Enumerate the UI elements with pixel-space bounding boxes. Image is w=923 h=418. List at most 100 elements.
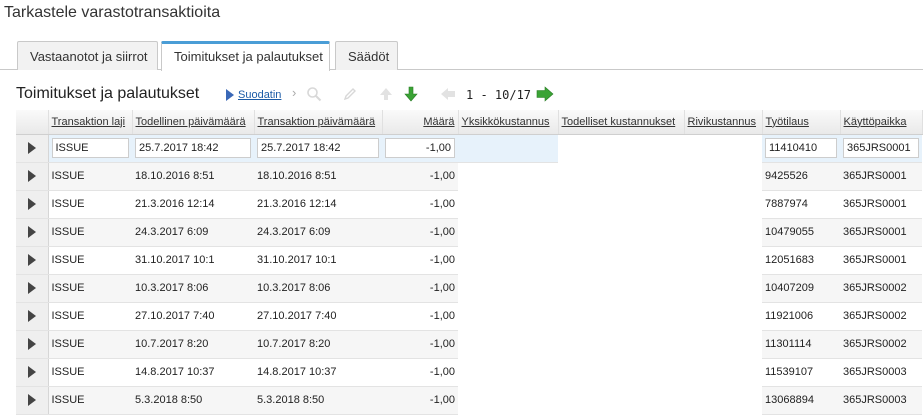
- cell-yksikkokustannus: [458, 330, 558, 359]
- cell-todellinen-paivamaara: 5.3.2018 8:50: [132, 386, 254, 415]
- row-selector[interactable]: [16, 134, 49, 163]
- cell-todelliset-kustannukset: [558, 274, 684, 303]
- table-row[interactable]: ISSUE 10.7.2017 8:20 10.7.2017 8:20 -1,00 11…: [16, 330, 922, 359]
- cell-transaktion-laji: ISSUE: [48, 330, 132, 359]
- header-transaktion-laji[interactable]: Transaktion laji: [48, 110, 133, 135]
- table-row[interactable]: ISSUE 14.8.2017 10:37 14.8.2017 10:37 -1,00…: [16, 358, 922, 387]
- row-selector-icon: [27, 142, 36, 154]
- cell-todellinen-paivamaara: 27.10.2017 7:40: [132, 302, 254, 331]
- table-row[interactable]: ISSUE 5.3.2018 8:50 5.3.2018 8:50 -1,00 1306…: [16, 386, 922, 415]
- cell-transaktion-laji-value: ISSUE: [51, 338, 85, 350]
- cell-tyotilaus-value: 7887974: [765, 198, 808, 210]
- arrow-up-icon[interactable]: [378, 86, 394, 102]
- table-row[interactable]: ISSUE 31.10.2017 10:1 31.10.2017 10:1 -1,00…: [16, 246, 922, 275]
- tab-vastaanotot[interactable]: Vastaanotot ja siirrot: [17, 41, 158, 70]
- cell-todellinen-paivamaara: 25.7.2017 18:42: [132, 134, 254, 163]
- cell-transaktion-paivamaara: 24.3.2017 6:09: [254, 218, 382, 247]
- cell-kayttopaikka-value: 365JRS0002: [843, 310, 907, 322]
- cell-maara: -1,00: [382, 190, 458, 219]
- header-maara[interactable]: Määrä: [382, 110, 459, 135]
- table-row[interactable]: ISSUE 27.10.2017 7:40 27.10.2017 7:40 -1,00…: [16, 302, 922, 331]
- row-selector[interactable]: [16, 162, 49, 191]
- row-selector[interactable]: [16, 246, 49, 275]
- cell-transaktion-paivamaara-value: 10.3.2017 8:06: [257, 282, 331, 294]
- cell-maara-value: -1,00: [429, 198, 455, 210]
- cell-transaktion-paivamaara-value: 25.7.2017 18:42: [257, 138, 379, 158]
- cell-transaktion-laji: ISSUE: [48, 246, 132, 275]
- table-row[interactable]: ISSUE 25.7.2017 18:42 25.7.2017 18:42 -1,00…: [16, 134, 922, 163]
- cell-yksikkokustannus: [458, 246, 558, 275]
- cell-transaktion-laji-value: ISSUE: [51, 282, 85, 294]
- header-tyotilaus[interactable]: Työtilaus: [762, 110, 841, 135]
- cell-tyotilaus: 11921006: [762, 302, 840, 331]
- cell-tyotilaus: 12051683: [762, 246, 840, 275]
- cell-todelliset-kustannukset: [558, 134, 684, 163]
- search-icon[interactable]: [306, 86, 322, 102]
- cell-tyotilaus-value: 11410410: [765, 138, 837, 158]
- cell-transaktion-paivamaara-value: 27.10.2017 7:40: [257, 310, 337, 322]
- header-rivikustannus[interactable]: Rivikustannus: [684, 110, 763, 135]
- row-selector[interactable]: [16, 330, 49, 359]
- row-selector-icon: [27, 198, 36, 210]
- cell-todellinen-paivamaara: 14.8.2017 10:37: [132, 358, 254, 387]
- header-kayttopaikka[interactable]: Käyttöpaikka: [840, 110, 923, 135]
- filter-button[interactable]: Suodatin: [226, 86, 281, 104]
- table-row[interactable]: ISSUE 10.3.2017 8:06 10.3.2017 8:06 -1,00 10…: [16, 274, 922, 303]
- row-selector-icon: [27, 282, 36, 294]
- cell-kayttopaikka-value: 365JRS0001: [843, 198, 907, 210]
- cell-rivikustannus: [684, 190, 762, 219]
- cell-kayttopaikka-value: 365JRS0002: [843, 282, 907, 294]
- cell-transaktion-laji-value: ISSUE: [51, 254, 85, 266]
- row-selector-icon: [27, 310, 36, 322]
- cell-yksikkokustannus: [458, 302, 558, 331]
- table-row[interactable]: ISSUE 21.3.2016 12:14 21.3.2016 12:14 -1,00…: [16, 190, 922, 219]
- cell-maara-value: -1,00: [429, 254, 455, 266]
- cell-tyotilaus-value: 10407209: [765, 282, 814, 294]
- header-todellinen-paivamaara[interactable]: Todellinen päivämäärä: [132, 110, 255, 135]
- cell-todellinen-paivamaara: 10.7.2017 8:20: [132, 330, 254, 359]
- row-selector[interactable]: [16, 190, 49, 219]
- cell-todellinen-paivamaara: 24.3.2017 6:09: [132, 218, 254, 247]
- cell-yksikkokustannus: [458, 386, 558, 415]
- cell-maara-value: -1,00: [429, 170, 455, 182]
- cell-transaktion-laji-value: ISSUE: [51, 394, 85, 406]
- cell-transaktion-paivamaara-value: 31.10.2017 10:1: [257, 254, 337, 266]
- cell-tyotilaus-value: 12051683: [765, 254, 814, 266]
- cell-todelliset-kustannukset: [558, 190, 684, 219]
- cell-transaktion-paivamaara: 21.3.2016 12:14: [254, 190, 382, 219]
- header-todelliset-kustannukset[interactable]: Todelliset kustannukset: [558, 110, 685, 135]
- cell-transaktion-paivamaara: 10.3.2017 8:06: [254, 274, 382, 303]
- row-selector[interactable]: [16, 358, 49, 387]
- header-yksikkokustannus[interactable]: Yksikkökustannus: [458, 110, 559, 135]
- cell-kayttopaikka-value: 365JRS0001: [843, 170, 907, 182]
- arrow-down-icon[interactable]: [403, 85, 419, 103]
- cell-kayttopaikka: 365JRS0001: [840, 134, 922, 163]
- row-selector[interactable]: [16, 386, 49, 415]
- arrow-left-icon[interactable]: [440, 87, 456, 101]
- table-row[interactable]: ISSUE 18.10.2016 8:51 18.10.2016 8:51 -1,00…: [16, 162, 922, 191]
- cell-transaktion-laji: ISSUE: [48, 386, 132, 415]
- row-selector[interactable]: [16, 274, 49, 303]
- cell-todellinen-paivamaara-value: 18.10.2016 8:51: [135, 170, 215, 182]
- cell-todelliset-kustannukset: [558, 330, 684, 359]
- pencil-icon[interactable]: [342, 86, 358, 102]
- cell-transaktion-laji-value: ISSUE: [51, 138, 129, 158]
- row-selector[interactable]: [16, 218, 49, 247]
- cell-kayttopaikka: 365JRS0001: [840, 246, 922, 275]
- cell-todellinen-paivamaara: 18.10.2016 8:51: [132, 162, 254, 191]
- cell-rivikustannus: [684, 218, 762, 247]
- header-transaktion-paivamaara[interactable]: Transaktion päivämäärä: [254, 110, 383, 135]
- row-selector[interactable]: [16, 302, 49, 331]
- cell-kayttopaikka: 365JRS0003: [840, 386, 922, 415]
- cell-transaktion-laji-value: ISSUE: [51, 310, 85, 322]
- row-selector-icon: [27, 366, 36, 378]
- filter-label: Suodatin: [238, 89, 282, 101]
- tab-saadot[interactable]: Säädöt: [335, 41, 398, 70]
- cell-transaktion-paivamaara-value: 14.8.2017 10:37: [257, 366, 337, 378]
- arrow-right-icon[interactable]: [536, 86, 554, 102]
- tab-toimitukset[interactable]: Toimitukset ja palautukset: [161, 41, 330, 71]
- table-row[interactable]: ISSUE 24.3.2017 6:09 24.3.2017 6:09 -1,00 10…: [16, 218, 922, 247]
- chevron-right-icon[interactable]: ›: [292, 85, 296, 103]
- cell-tyotilaus: 13068894: [762, 386, 840, 415]
- cell-transaktion-laji-value: ISSUE: [51, 366, 85, 378]
